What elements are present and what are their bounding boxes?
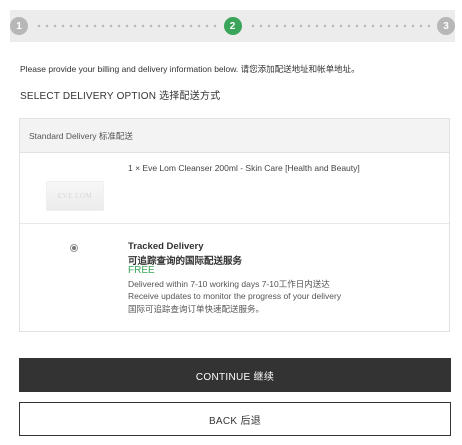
option-updates-cn: 国际可追踪查询订单快速配送服务。 xyxy=(128,304,265,314)
continue-button[interactable]: CONTINUE 继续 xyxy=(19,358,451,392)
option-updates: Receive updates to monitor the progress … xyxy=(128,291,342,301)
section-title: SELECT DELIVERY OPTION 选择配送方式 xyxy=(20,91,221,102)
delivery-box-header: Standard Delivery 标准配送 xyxy=(20,119,449,153)
product-line: 1 × Eve Lom Cleanser 200ml - Skin Care [… xyxy=(128,163,360,173)
delivery-options-box: Standard Delivery 标准配送 EVE LOM 1 × Eve L… xyxy=(19,118,450,332)
option-price: FREE xyxy=(128,265,155,276)
option-delivery-time: Delivered within 7-10 working days 7-10工… xyxy=(128,279,330,289)
product-thumbnail-logo: EVE LOM xyxy=(57,192,93,200)
tracked-delivery-radio[interactable] xyxy=(70,244,78,252)
product-row: EVE LOM 1 × Eve Lom Cleanser 200ml - Ski… xyxy=(20,153,449,224)
option-title: Tracked Delivery xyxy=(128,241,204,252)
step-2-indicator: 2 xyxy=(223,17,242,35)
intro-text: Please provide your billing and delivery… xyxy=(20,64,360,74)
checkout-stepper: 1 2 3 xyxy=(10,10,455,42)
delivery-option-tracked[interactable]: Tracked Delivery 可追踪查询的国际配送服务 FREE Deliv… xyxy=(20,224,449,332)
product-thumbnail: EVE LOM xyxy=(46,181,104,211)
back-button[interactable]: BACK 后退 xyxy=(19,402,451,436)
step-1-indicator: 1 xyxy=(10,17,28,35)
step-connector xyxy=(248,24,430,28)
step-3-indicator: 3 xyxy=(437,17,455,35)
step-connector xyxy=(35,24,217,28)
